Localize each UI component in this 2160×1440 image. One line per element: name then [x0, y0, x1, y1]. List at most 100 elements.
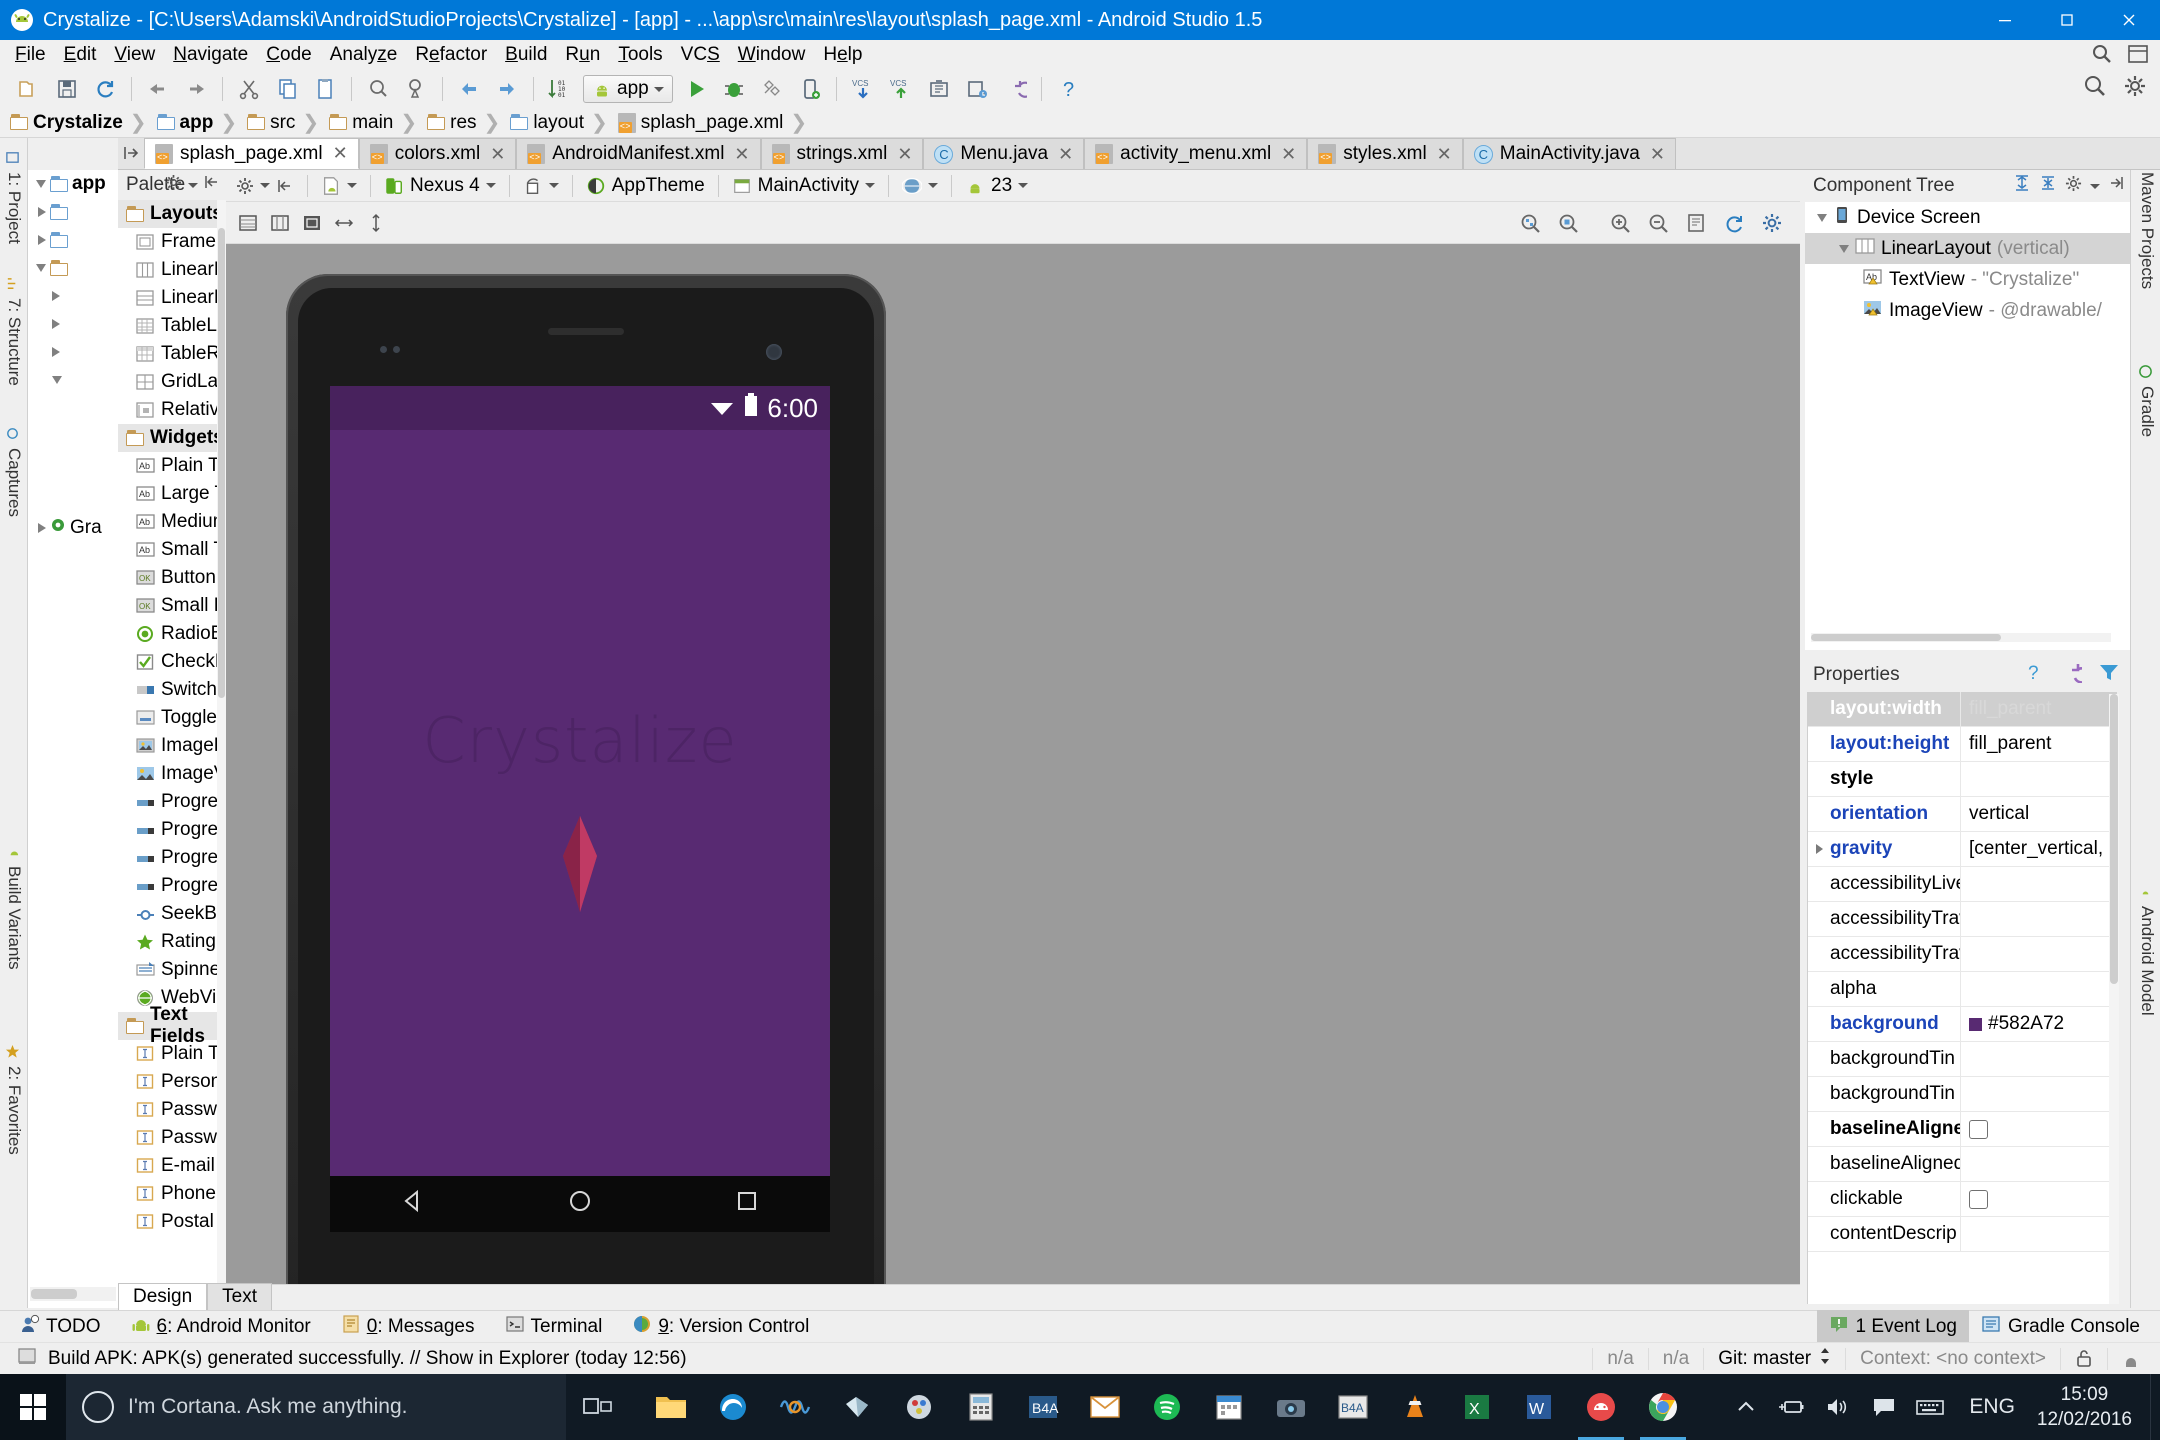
refresh-icon[interactable] — [1720, 210, 1748, 236]
pin-tab-icon[interactable] — [118, 137, 144, 169]
palette-group-widgets[interactable]: Widgets — [118, 424, 226, 452]
help-icon[interactable]: ? — [1052, 73, 1084, 105]
search-everywhere-icon[interactable] — [2090, 42, 2114, 72]
bottom-item-android-monitor[interactable]: 6: Android Monitor — [131, 1314, 311, 1340]
taskbar-edge-browser-icon[interactable] — [702, 1374, 764, 1440]
property-row-accessibility-traversal-before[interactable]: accessibilityTrav — [1808, 937, 2117, 972]
menu-file[interactable]: FFileile — [6, 41, 55, 69]
palette-group-layouts[interactable]: Layouts — [118, 200, 226, 228]
forward-icon[interactable] — [491, 73, 523, 105]
taskbar-blender-icon[interactable] — [826, 1374, 888, 1440]
screenshot-icon[interactable] — [1682, 210, 1710, 236]
theme-selector[interactable]: AppTheme — [580, 172, 711, 200]
paste-icon[interactable] — [309, 73, 341, 105]
chevron-down-icon[interactable] — [1817, 214, 1827, 222]
chevron-down-icon[interactable] — [1839, 245, 1849, 253]
close-icon[interactable]: ✕ — [1058, 144, 1073, 165]
tab-splash-page-xml[interactable]: splash_page.xml ✕ — [144, 138, 359, 169]
task-view-button[interactable] — [566, 1374, 630, 1440]
close-icon[interactable]: ✕ — [1281, 144, 1296, 165]
project-tree-panel[interactable]: app Gra — [28, 170, 118, 1308]
copy-icon[interactable] — [271, 73, 303, 105]
project-tree-row[interactable] — [28, 338, 118, 366]
chevron-right-icon[interactable] — [1816, 844, 1823, 854]
breadcrumb-src[interactable]: src — [237, 108, 302, 138]
properties-scroll-thumb[interactable] — [2110, 694, 2118, 984]
palette-item-progressbar-large[interactable]: ProgressBar (L — [118, 788, 226, 816]
sync-project-icon[interactable] — [89, 73, 121, 105]
property-value[interactable]: [center_vertical, c... — [1960, 832, 2117, 866]
sidebar-item-build-variants[interactable]: Build Variants — [1, 838, 27, 976]
property-value[interactable]: fill_parent — [1960, 692, 2117, 726]
sidebar-item-android-model[interactable]: Android Model — [2134, 878, 2160, 1022]
palette-group-text-fields[interactable]: Text Fields — [118, 1012, 226, 1040]
tab-android-manifest-xml[interactable]: AndroidManifest.xml ✕ — [516, 138, 760, 169]
close-icon[interactable]: ✕ — [1650, 144, 1665, 165]
find-icon[interactable] — [362, 73, 394, 105]
attach-debugger-icon[interactable] — [794, 73, 826, 105]
redo-icon[interactable] — [180, 73, 212, 105]
palette-item-password[interactable]: Password — [118, 1096, 226, 1124]
action-center-icon[interactable] — [1861, 1374, 1907, 1440]
avd-manager-icon[interactable] — [961, 73, 993, 105]
property-row-accessibility-live-region[interactable]: accessibilityLive — [1808, 867, 2117, 902]
property-value[interactable]: fill_parent — [1960, 727, 2117, 761]
property-value[interactable] — [1960, 1042, 2117, 1076]
palette-item-person-name[interactable]: Person Name — [118, 1068, 226, 1096]
property-value[interactable] — [1960, 902, 2117, 936]
back-nav-icon[interactable] — [398, 1186, 428, 1222]
tab-main-activity-java[interactable]: C MainActivity.java ✕ — [1463, 138, 1676, 169]
project-tree-row[interactable] — [28, 366, 118, 394]
revert-icon[interactable] — [999, 73, 1031, 105]
taskbar-b4a-icon[interactable]: B4A — [1012, 1374, 1074, 1440]
sidebar-item-project[interactable]: 1: Project — [1, 144, 27, 250]
taskbar-mail-icon[interactable] — [1074, 1374, 1136, 1440]
split-view-icon[interactable] — [266, 210, 294, 236]
palette-item-tablelayout[interactable]: TableLayout — [118, 312, 226, 340]
property-value[interactable] — [1960, 867, 2117, 901]
chevron-down-icon[interactable] — [36, 264, 46, 272]
vcs-commit-icon[interactable]: VCS — [885, 73, 917, 105]
property-value[interactable] — [1960, 1112, 2117, 1146]
home-nav-icon[interactable] — [565, 1186, 595, 1222]
palette-item-imagebutton[interactable]: ImageButton — [118, 732, 226, 760]
open-project-icon[interactable] — [13, 73, 45, 105]
palette-item-small-button[interactable]: OK Small Button — [118, 592, 226, 620]
activity-selector[interactable]: MainActivity — [726, 172, 881, 200]
property-row-content-description[interactable]: contentDescrip — [1808, 1217, 2117, 1252]
property-value[interactable] — [1960, 1077, 2117, 1111]
component-tree-scrollbar[interactable] — [1811, 633, 2111, 642]
tab-strings-xml[interactable]: strings.xml ✕ — [761, 138, 924, 169]
property-row-baseline-aligned-child-index[interactable]: baselineAligned — [1808, 1147, 2117, 1182]
palette-item-radiobutton[interactable]: RadioButton — [118, 620, 226, 648]
palette-body[interactable]: Layouts FrameLayout LinearLayout (I Line… — [118, 200, 226, 1308]
sdk-manager-icon[interactable] — [923, 73, 955, 105]
run-configuration-selector[interactable]: app — [583, 75, 673, 103]
menu-window[interactable]: Window — [729, 41, 815, 69]
save-all-icon[interactable] — [51, 73, 83, 105]
bottom-item-event-log[interactable]: 1 Event Log — [1817, 1310, 1969, 1344]
zoom-in-icon[interactable] — [1606, 210, 1634, 236]
bottom-item-messages[interactable]: 0: Messages — [341, 1314, 475, 1340]
tab-colors-xml[interactable]: colors.xml ✕ — [359, 138, 517, 169]
chevron-right-icon[interactable] — [52, 347, 60, 357]
sidebar-item-captures[interactable]: Captures — [1, 420, 27, 523]
breadcrumb-res[interactable]: res — [417, 108, 483, 138]
property-row-baseline-aligned[interactable]: baselineAligne — [1808, 1112, 2117, 1147]
property-row-background[interactable]: background #582A72 — [1808, 1007, 2117, 1042]
sidebar-item-gradle[interactable]: Gradle — [2134, 358, 2160, 443]
filter-icon[interactable] — [2098, 661, 2120, 689]
restore-default-icon[interactable] — [2060, 661, 2082, 689]
replace-icon[interactable] — [400, 73, 432, 105]
taskbar-vlc-icon[interactable] — [1384, 1374, 1446, 1440]
sidebar-item-structure[interactable]: 7: Structure — [1, 270, 27, 392]
menu-analyze[interactable]: Analyze — [321, 41, 407, 69]
zoom-out-icon[interactable] — [1644, 210, 1672, 236]
menu-tools[interactable]: Tools — [609, 41, 671, 69]
menu-vcs[interactable]: VCS — [672, 41, 729, 69]
palette-item-gridlayout[interactable]: GridLayout — [118, 368, 226, 396]
device-screen[interactable]: 6:00 Crystalize — [330, 386, 830, 1176]
palette-item-plain-textview[interactable]: Ab Plain TextView — [118, 452, 226, 480]
menu-view[interactable]: View — [105, 41, 164, 69]
collapse-panel-icon[interactable] — [270, 172, 300, 200]
